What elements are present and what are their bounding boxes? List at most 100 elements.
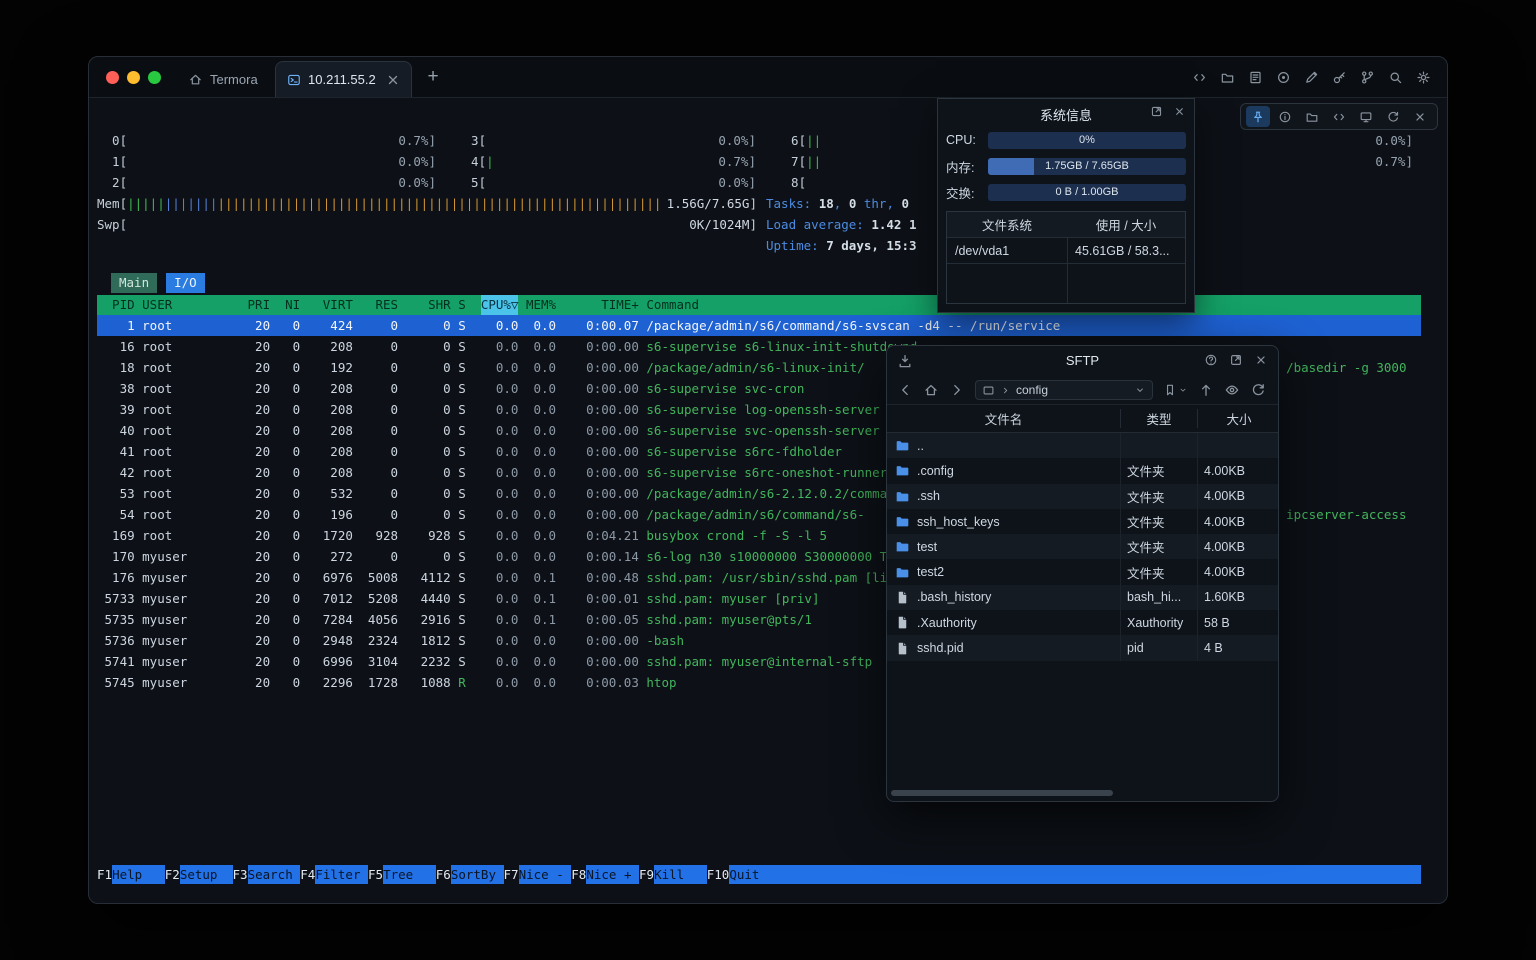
filesystem-table: 文件系统使用 / 大小/dev/vda145.61GB / 58.3... xyxy=(946,211,1186,304)
file-row-.config[interactable]: .config文件夹4.00KB xyxy=(887,458,1278,483)
close-tab-icon[interactable] xyxy=(385,72,401,88)
fkey-f4[interactable]: F4 xyxy=(300,865,315,884)
file-row-test[interactable]: test文件夹4.00KB xyxy=(887,534,1278,559)
file-row-.ssh[interactable]: .ssh文件夹4.00KB xyxy=(887,484,1278,509)
forward-icon[interactable] xyxy=(949,382,965,398)
fkey-f3[interactable]: F3 xyxy=(233,865,248,884)
close-icon[interactable] xyxy=(1408,106,1432,127)
htop-tab-main[interactable]: Main xyxy=(111,273,157,293)
file-size: 4.00KB xyxy=(1198,534,1279,559)
monitor-icon[interactable] xyxy=(1354,106,1378,127)
tab-termora[interactable]: Termora xyxy=(177,61,269,97)
titlebar-actions xyxy=(1192,57,1431,97)
info-icon[interactable] xyxy=(1273,106,1297,127)
fkey-label-f5[interactable]: Tree xyxy=(383,865,436,884)
file-table-header[interactable]: 文件名 类型 大小 xyxy=(887,404,1278,433)
record-icon[interactable] xyxy=(1276,70,1291,85)
file-row-.Xauthority[interactable]: .XauthorityXauthority58 B xyxy=(887,610,1278,635)
fkey-f5[interactable]: F5 xyxy=(368,865,383,884)
uptime-stat: Uptime: 7 days, 15:3 xyxy=(766,235,917,256)
path-bar[interactable]: config xyxy=(975,380,1153,400)
column-filename[interactable]: 文件名 xyxy=(887,409,1121,428)
file-row-sshd.pid[interactable]: sshd.pidpid4 B xyxy=(887,635,1278,660)
sort-column-cpu[interactable]: CPU%▽ xyxy=(481,295,519,315)
branch-icon[interactable] xyxy=(1360,70,1375,85)
close-icon[interactable] xyxy=(1254,353,1268,367)
fkey-label-f6[interactable]: SortBy xyxy=(451,865,504,884)
popout-icon[interactable] xyxy=(1150,105,1163,118)
fkey-label-f10[interactable]: Quit xyxy=(729,865,759,884)
fkey-label-f7[interactable]: Nice - xyxy=(519,865,572,884)
function-key-bar: F1Help F2Setup F3Search F4Filter F5Tree … xyxy=(97,865,1421,884)
chevron-down-icon[interactable] xyxy=(1134,384,1146,396)
file-row-ssh_host_keys[interactable]: ssh_host_keys文件夹4.00KB xyxy=(887,509,1278,534)
fs-table-row: /dev/vda145.61GB / 58.3... xyxy=(947,238,1185,264)
load-average-stat: Load average: 1.42 1 xyxy=(766,214,917,235)
file-size: 4.00KB xyxy=(1198,458,1279,483)
scrollbar-thumb[interactable] xyxy=(891,790,1113,796)
tab-label: Termora xyxy=(210,72,258,87)
tab-session-10-211-55-2[interactable]: 10.211.55.2 xyxy=(275,61,412,97)
new-tab-button[interactable]: + xyxy=(421,65,445,89)
file-type: 文件夹 xyxy=(1121,509,1198,534)
gauge-memory: 内存:1.75GB / 7.65GB xyxy=(938,153,1194,179)
journal-icon[interactable] xyxy=(1248,70,1263,85)
fkey-f7[interactable]: F7 xyxy=(504,865,519,884)
fkey-label-f4[interactable]: Filter xyxy=(315,865,368,884)
file-size: 58 B xyxy=(1198,610,1279,635)
home-icon[interactable] xyxy=(923,382,939,398)
file-size: 4.00KB xyxy=(1198,484,1279,509)
folder-icon xyxy=(895,463,910,478)
fkey-label-f9[interactable]: Kill xyxy=(654,865,707,884)
cpu-meter-3: 3[0.0%] xyxy=(456,130,756,151)
folder-icon[interactable] xyxy=(1220,70,1235,85)
fkey-label-f2[interactable]: Setup xyxy=(180,865,233,884)
pin-icon[interactable] xyxy=(1246,106,1270,127)
refresh-icon[interactable] xyxy=(1250,382,1266,398)
edit-icon[interactable] xyxy=(1304,70,1319,85)
fkey-f1[interactable]: F1 xyxy=(97,865,112,884)
help-icon[interactable] xyxy=(1204,353,1218,367)
folder-icon xyxy=(895,514,910,529)
fkey-f6[interactable]: F6 xyxy=(436,865,451,884)
file-row-..[interactable]: .. xyxy=(887,433,1278,458)
back-icon[interactable] xyxy=(897,382,913,398)
fkey-f8[interactable]: F8 xyxy=(571,865,586,884)
htop-tab-io[interactable]: I/O xyxy=(166,273,205,293)
column-type[interactable]: 类型 xyxy=(1121,409,1198,428)
file-row-test2[interactable]: test2文件夹4.00KB xyxy=(887,559,1278,584)
folder-icon[interactable] xyxy=(1300,106,1324,127)
popout-icon[interactable] xyxy=(1229,353,1243,367)
folder-icon xyxy=(895,438,910,453)
gear-icon[interactable] xyxy=(1416,70,1431,85)
column-size[interactable]: 大小 xyxy=(1198,409,1279,428)
close-window-button[interactable] xyxy=(106,71,119,84)
horizontal-scrollbar[interactable] xyxy=(887,790,1278,796)
minimize-window-button[interactable] xyxy=(127,71,140,84)
process-table-header[interactable]: PID USER PRI NI VIRT RES SHR S CPU%▽ MEM… xyxy=(97,295,1421,315)
key-icon[interactable] xyxy=(1332,70,1347,85)
code-icon[interactable] xyxy=(1192,70,1207,85)
titlebar: Termora 10.211.55.2 + xyxy=(89,57,1447,98)
search-icon[interactable] xyxy=(1388,70,1403,85)
chevron-down-icon xyxy=(1178,385,1188,395)
htop-view-tabs: Main I/O xyxy=(111,273,205,293)
fkey-f9[interactable]: F9 xyxy=(639,865,654,884)
file-row-.bash_history[interactable]: .bash_historybash_hi...1.60KB xyxy=(887,585,1278,610)
fkey-label-f3[interactable]: Search xyxy=(248,865,301,884)
fkey-label-f8[interactable]: Nice + xyxy=(586,865,639,884)
bookmark-control[interactable] xyxy=(1163,383,1188,397)
process-row-1[interactable]: 1 root 20 0 424 0 0 S 0.0 0.0 0:00.07 /p… xyxy=(97,315,1421,336)
refresh-icon[interactable] xyxy=(1381,106,1405,127)
close-icon[interactable] xyxy=(1173,105,1186,118)
fkey-label-f1[interactable]: Help xyxy=(112,865,165,884)
show-hidden-icon[interactable] xyxy=(1224,382,1240,398)
chevron-right-icon xyxy=(1000,385,1011,396)
up-directory-icon[interactable] xyxy=(1198,382,1214,398)
zoom-window-button[interactable] xyxy=(148,71,161,84)
fkey-f2[interactable]: F2 xyxy=(165,865,180,884)
fkey-f10[interactable]: F10 xyxy=(707,865,730,884)
code-icon[interactable] xyxy=(1327,106,1351,127)
file-type: Xauthority xyxy=(1121,610,1198,635)
file-type: 文件夹 xyxy=(1121,458,1198,483)
